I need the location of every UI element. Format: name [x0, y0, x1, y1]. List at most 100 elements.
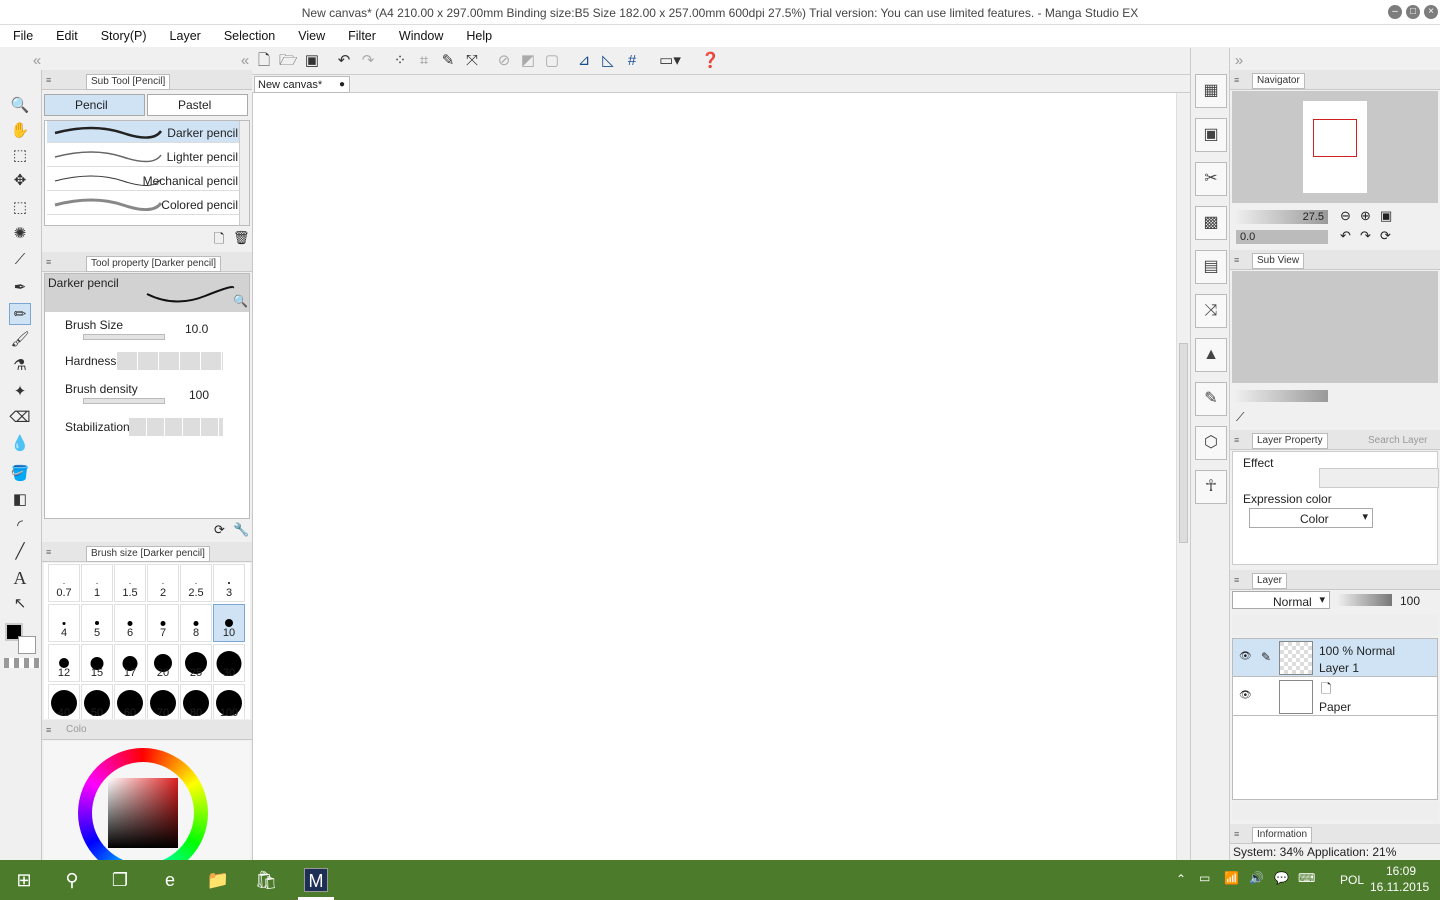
delete-subtool-icon[interactable]: 🗑	[233, 230, 250, 246]
menu-grip-icon[interactable]: ≡	[46, 547, 51, 557]
select-all-icon[interactable]: ⁘	[391, 52, 409, 70]
zoom-icon[interactable]: 🔍	[9, 95, 31, 117]
layer-row[interactable]: 👁 🗋 Paper	[1233, 678, 1437, 716]
figure-icon[interactable]: ◜	[9, 515, 31, 537]
material-icon-8[interactable]: ✎	[1195, 382, 1227, 416]
layer-row[interactable]: 👁 ✎ 100 % Normal Layer 1	[1233, 639, 1437, 677]
canvas-scrollbar[interactable]	[1176, 93, 1190, 860]
maximize-icon[interactable]: □	[1406, 5, 1420, 19]
brush-size-cell[interactable]: 80	[180, 684, 212, 719]
layerprop-title[interactable]: Layer Property	[1252, 433, 1328, 449]
brush-size-cell[interactable]: 15	[81, 644, 113, 682]
close-icon[interactable]: ×	[1424, 5, 1438, 19]
brush-size-cell[interactable]: 6	[114, 604, 146, 642]
menu-grip-icon[interactable]: ≡	[46, 75, 51, 85]
text-icon[interactable]: A	[9, 567, 31, 589]
transform-icon[interactable]: ⤧	[463, 52, 481, 70]
collapse-left-icon[interactable]: «	[28, 52, 46, 70]
open-folder-icon[interactable]: 🗁	[279, 52, 298, 70]
expand-right-icon-2[interactable]: »	[1230, 52, 1248, 70]
material-icon-4[interactable]: ▩	[1195, 206, 1227, 240]
navigator-preview[interactable]	[1232, 91, 1438, 203]
menu-grip-icon[interactable]: ≡	[1234, 435, 1239, 445]
opacity-value[interactable]: 100	[1400, 594, 1420, 608]
operation-icon[interactable]: ⬚	[9, 145, 31, 167]
document-tab[interactable]: New canvas* ●	[254, 76, 350, 93]
zoom-out-icon[interactable]: ⊖	[1340, 208, 1351, 224]
menu-grip-icon[interactable]: ≡	[46, 725, 51, 735]
menu-help[interactable]: Help	[453, 29, 502, 43]
minimize-icon[interactable]: –	[1388, 5, 1402, 19]
gradient-icon[interactable]: ◧	[9, 489, 31, 511]
brush-size-cell[interactable]: 25	[180, 644, 212, 682]
brush-size-cell[interactable]: 60	[114, 684, 146, 719]
brush-size-cell[interactable]: 100	[213, 684, 245, 719]
menu-file[interactable]: File	[0, 29, 43, 43]
save-icon[interactable]: ▣	[303, 52, 321, 70]
magic-wand-icon[interactable]: ✺	[9, 223, 31, 245]
layer-bottom-toolbar[interactable]	[1232, 802, 1438, 820]
brush-size-cell[interactable]: 5	[81, 604, 113, 642]
brush-size-cell[interactable]: 2	[147, 564, 179, 602]
new-file-icon[interactable]: 🗋	[255, 52, 273, 70]
menu-grip-icon[interactable]: ≡	[1234, 255, 1239, 265]
brush-size-cell[interactable]: 20	[147, 644, 179, 682]
brush-size-cell[interactable]: 30	[213, 644, 245, 682]
fit-icon[interactable]: ▣	[1380, 208, 1392, 224]
angle-slider[interactable]: 0.0	[1236, 230, 1328, 244]
search-icon[interactable]: ⚲	[60, 868, 84, 892]
snap-special-icon[interactable]: ◺	[599, 52, 617, 70]
layer-toolbar[interactable]	[1232, 615, 1438, 635]
eye-icon[interactable]: 👁	[1239, 690, 1252, 701]
density-slider[interactable]	[83, 398, 165, 404]
eye-icon[interactable]: 👁	[1239, 651, 1252, 662]
task-view-icon[interactable]: ❐	[108, 868, 132, 892]
ruler-icon[interactable]: ⊘	[495, 52, 513, 70]
snap-grid-icon[interactable]: #	[623, 52, 641, 70]
brush-size-cell[interactable]: 10	[213, 604, 245, 642]
zoom-slider[interactable]: 27.5	[1236, 210, 1328, 224]
stabilization-selector[interactable]	[129, 418, 223, 436]
brush-item-darker[interactable]: Darker pencil	[47, 121, 241, 143]
tab-pencil[interactable]: Pencil	[44, 94, 145, 116]
pencil-icon[interactable]: ✏	[9, 303, 31, 325]
density-value[interactable]: 100	[189, 388, 209, 402]
opacity-slider[interactable]	[1338, 594, 1392, 606]
material-icon-3[interactable]: ✂	[1195, 162, 1227, 196]
clock-time[interactable]: 16:09	[1376, 864, 1426, 878]
transparent-color-swatch[interactable]	[4, 658, 40, 668]
undo-icon[interactable]: ↶	[335, 52, 353, 70]
rotate-left-icon[interactable]: ↶	[1340, 228, 1351, 244]
color-tab[interactable]: Colo	[66, 724, 87, 735]
clock-date[interactable]: 16.11.2015	[1370, 880, 1429, 894]
screen-mode-icon[interactable]: ▭▾	[655, 52, 685, 70]
menu-view[interactable]: View	[285, 29, 335, 43]
brush-size-cell[interactable]: 8	[180, 604, 212, 642]
navigator-view-rect[interactable]	[1313, 119, 1357, 157]
menu-filter[interactable]: Filter	[335, 29, 386, 43]
saturation-square[interactable]	[108, 778, 178, 848]
snap-ruler-icon[interactable]: ⊿	[575, 52, 593, 70]
crop-icon[interactable]: ⌗	[415, 52, 433, 70]
new-subtool-icon[interactable]: 🗋	[214, 230, 224, 252]
hand-icon[interactable]: ✋	[9, 120, 31, 142]
menu-grip-icon[interactable]: ≡	[1234, 75, 1239, 85]
help-icon[interactable]: ❓	[701, 52, 720, 70]
explorer-icon[interactable]: 📁	[206, 868, 230, 892]
brush-item-lighter[interactable]: Lighter pencil	[47, 145, 241, 167]
brush-size-cell[interactable]: 2.5	[180, 564, 212, 602]
material-icon-1[interactable]: ▦	[1195, 74, 1227, 108]
fill-icon[interactable]: ✎	[439, 52, 457, 70]
tab-pastel[interactable]: Pastel	[147, 94, 248, 116]
material-icon-2[interactable]: ▣	[1195, 118, 1227, 152]
settings-wrench-icon[interactable]: 🔧	[233, 522, 249, 538]
language-indicator[interactable]: POL	[1340, 873, 1364, 887]
material-icon-6[interactable]: ⤨	[1195, 294, 1227, 328]
blend-icon[interactable]: 💧	[9, 433, 31, 455]
move-icon[interactable]: ✥	[9, 170, 31, 192]
manga-studio-icon[interactable]: M	[304, 868, 328, 892]
subview-area[interactable]	[1232, 271, 1438, 383]
menu-grip-icon[interactable]: ≡	[1234, 575, 1239, 585]
effect-buttons[interactable]	[1319, 468, 1439, 488]
brush-size-cell[interactable]: 1	[81, 564, 113, 602]
